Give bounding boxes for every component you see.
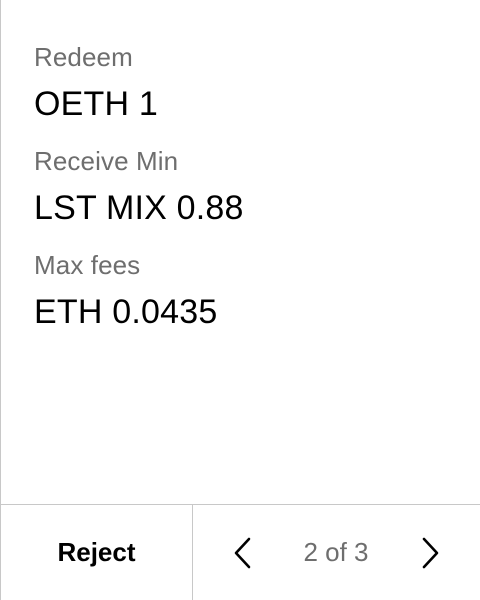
pager: 2 of 3 [193, 505, 480, 600]
next-page-button[interactable] [400, 505, 460, 600]
transaction-review-panel: Redeem OETH 1 Receive Min LST MIX 0.88 M… [0, 0, 480, 600]
max-fees-label: Max fees [34, 250, 141, 280]
max-fees-value: ETH 0.0435 [34, 293, 218, 331]
chevron-right-icon [420, 536, 440, 570]
redeem-label: Redeem [34, 42, 133, 72]
receive-min-label: Receive Min [34, 146, 179, 176]
previous-page-button[interactable] [213, 505, 273, 600]
receive-min-field: Receive Min LST MIX 0.88 [34, 146, 480, 228]
max-fees-field: Max fees ETH 0.0435 [34, 250, 480, 332]
transaction-details: Redeem OETH 1 Receive Min LST MIX 0.88 M… [34, 42, 480, 332]
reject-button[interactable]: Reject [1, 505, 193, 600]
chevron-left-icon [233, 536, 253, 570]
receive-min-value: LST MIX 0.88 [34, 189, 244, 227]
action-footer: Reject 2 of 3 [1, 504, 480, 600]
redeem-field: Redeem OETH 1 [34, 42, 480, 124]
redeem-value: OETH 1 [34, 85, 159, 123]
